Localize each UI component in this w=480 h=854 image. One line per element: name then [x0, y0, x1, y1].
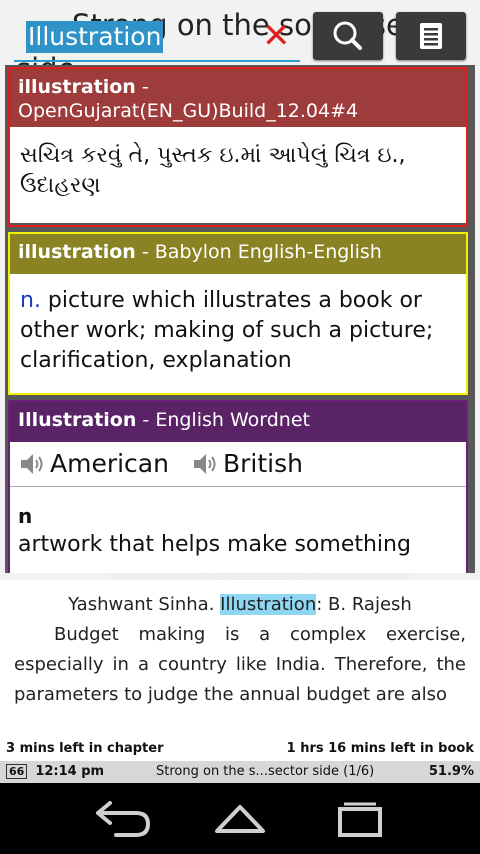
dictionary-source: - English Wordnet: [136, 409, 310, 431]
dictionary-popup[interactable]: illustration - OpenGujarat(EN_GU)Build_1…: [5, 65, 475, 573]
chapter-title: Strong on the s...sector side (1/6): [156, 764, 375, 779]
dictionary-card-babylon[interactable]: illustration - Babylon English-English n…: [8, 232, 468, 395]
definition-body: American British n artwork that helps ma…: [10, 442, 466, 573]
back-button[interactable]: [86, 797, 156, 841]
body-paragraph: Budget making is a complex exercise, esp…: [14, 624, 466, 705]
card-header: illustration - OpenGujarat(EN_GU)Build_1…: [10, 69, 466, 127]
menu-button[interactable]: [396, 12, 466, 60]
british-label: British: [222, 449, 303, 478]
pronunciation-row: American British: [10, 442, 466, 487]
book-progress-percent: 51.9%: [428, 764, 474, 779]
caption-prefix: Yashwant Sinha.: [68, 594, 221, 615]
reading-progress-bar: 3 mins left in chapter 1 hrs 16 mins lef…: [6, 741, 474, 756]
highlighted-word[interactable]: Illustration: [220, 594, 317, 615]
definition-text: artwork that helps make something: [18, 532, 411, 557]
headword: illustration: [18, 76, 136, 98]
navigation-bar: [0, 783, 480, 854]
chapter-time-left: 3 mins left in chapter: [6, 741, 164, 756]
book-time-left: 1 hrs 16 mins left in book: [286, 741, 474, 756]
card-header: Illustration - English Wordnet: [10, 402, 466, 442]
dictionary-search-input[interactable]: Illustration ✕: [14, 14, 300, 62]
recent-apps-button[interactable]: [325, 797, 395, 841]
dictionary-card-wordnet[interactable]: Illustration - English Wordnet American: [8, 400, 468, 573]
book-text[interactable]: Yashwant Sinha. Illustration: B. Rajesh …: [14, 590, 466, 710]
headword: illustration: [18, 241, 136, 263]
caption-suffix: : B. Rajesh: [316, 594, 412, 615]
magnifier-icon: [333, 21, 362, 50]
definition-text: સચિત્ર કરવું તે, પુસ્તક ઇ.માં આપેલું ચિત…: [10, 127, 466, 223]
speaker-icon: [21, 454, 43, 474]
footer-status-bar: 66 12:14 pm Strong on the s...sector sid…: [0, 761, 480, 783]
american-label: American: [50, 449, 169, 478]
speaker-icon: [193, 454, 216, 474]
recent-apps-icon: [338, 802, 382, 837]
close-x-icon[interactable]: ✕: [262, 18, 291, 54]
clock: 12:14 pm: [35, 764, 105, 779]
search-button[interactable]: [313, 12, 383, 60]
image-caption: Yashwant Sinha. Illustration: B. Rajesh: [14, 590, 466, 620]
part-of-speech: n.: [20, 288, 41, 313]
part-of-speech: n: [18, 504, 33, 528]
back-arrow-icon: [96, 801, 151, 837]
definition-text: picture which illustrates a book or othe…: [20, 288, 434, 373]
headword: Illustration: [18, 409, 137, 431]
definition-body: n. picture which illustrates a book or o…: [10, 274, 466, 393]
dictionary-source: - Babylon English-English: [135, 241, 382, 263]
card-header: illustration - Babylon English-English: [10, 234, 466, 274]
list-menu-icon: [420, 23, 442, 49]
battery-icon: 66: [6, 764, 28, 779]
dictionary-card-opengujarat[interactable]: illustration - OpenGujarat(EN_GU)Build_1…: [8, 67, 468, 227]
british-audio-button[interactable]: British: [191, 449, 303, 479]
home-button[interactable]: [205, 797, 275, 841]
american-audio-button[interactable]: American: [18, 449, 169, 479]
home-icon: [215, 805, 265, 833]
battery-time: 66 12:14 pm: [6, 764, 104, 779]
search-query-text[interactable]: Illustration: [26, 21, 164, 53]
